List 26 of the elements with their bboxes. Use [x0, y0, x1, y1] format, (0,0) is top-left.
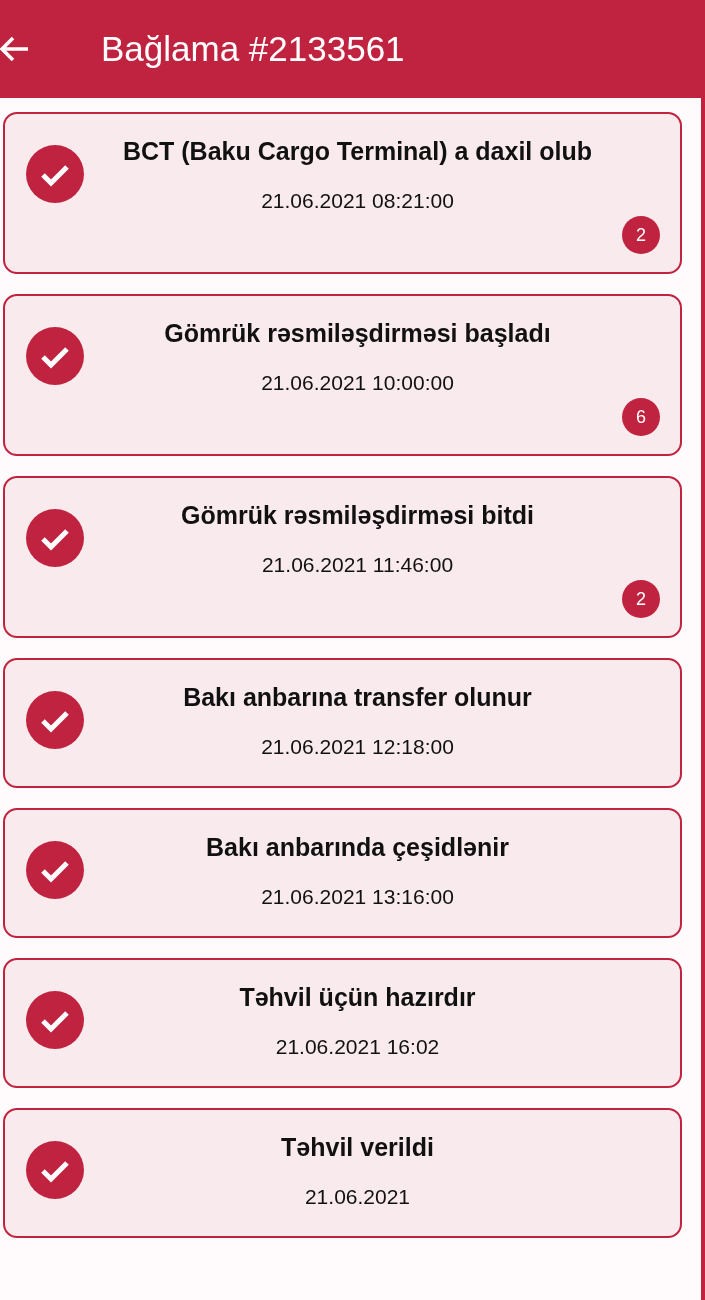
status-card[interactable]: Təhvil üçün hazırdır 21.06.2021 16:02 [3, 958, 682, 1088]
status-title: Gömrük rəsmiləşdirməsi başladı [164, 318, 551, 349]
status-date: 21.06.2021 10:00:00 [261, 370, 454, 396]
status-date: 21.06.2021 13:16:00 [261, 884, 454, 910]
count-badge: 2 [622, 216, 660, 254]
page-title: Bağlama #2133561 [101, 29, 405, 69]
status-date: 21.06.2021 16:02 [275, 1034, 440, 1060]
count-badge: 6 [622, 398, 660, 436]
back-icon[interactable] [0, 35, 30, 63]
status-title: Bakı anbarına transfer olunur [183, 682, 532, 713]
status-date: 21.06.2021 12:18:00 [261, 734, 454, 760]
status-card[interactable]: Bakı anbarına transfer olunur 21.06.2021 12:18:00 [3, 658, 682, 788]
status-card[interactable]: Gömrük rəsmiləşdirməsi bitdi 21.06.2021 11:46:00 2 [3, 476, 682, 638]
status-card[interactable]: Bakı anbarında çeşidlənir 21.06.2021 13:16:00 [3, 808, 682, 938]
status-title: Bakı anbarında çeşidlənir [206, 832, 509, 863]
status-title: BCT (Baku Cargo Terminal) a daxil olub [122, 136, 592, 167]
status-date: 21.06.2021 [304, 1184, 411, 1210]
status-title: Gömrük rəsmiləşdirməsi bitdi [181, 500, 534, 531]
status-title: Təhvil verildi [281, 1132, 434, 1163]
count-badge: 2 [622, 580, 660, 618]
status-card[interactable]: Gömrük rəsmiləşdirməsi başladı 21.06.2021 10:00:00 6 [3, 294, 682, 456]
status-title: Təhvil üçün hazırdır [239, 982, 476, 1013]
status-card[interactable]: Təhvil verildi 21.06.2021 [3, 1108, 682, 1238]
status-card[interactable]: BCT (Baku Cargo Terminal) a daxil olub 21.06.2021 08:21:00 2 [3, 112, 682, 274]
status-date: 21.06.2021 08:21:00 [261, 188, 454, 214]
status-date: 21.06.2021 11:46:00 [261, 552, 454, 578]
